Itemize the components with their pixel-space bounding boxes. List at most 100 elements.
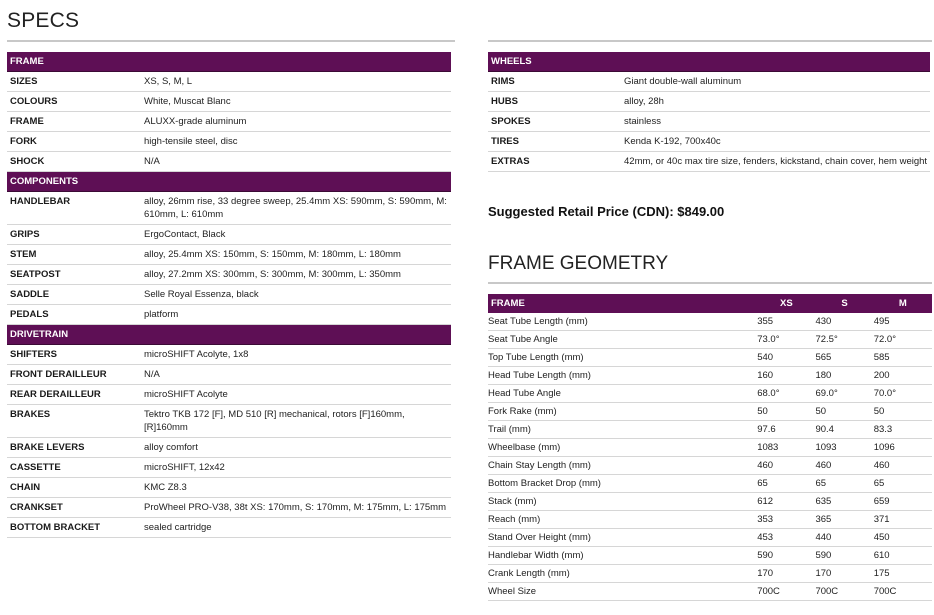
spec-row: COLOURS White, Muscat Blanc	[7, 92, 451, 112]
geometry-value: 355	[757, 313, 816, 331]
spec-row: BRAKES Tektro TKB 172 [F], MD 510 [R] mec…	[7, 405, 451, 438]
geometry-value: 659	[873, 492, 932, 511]
spec-label: RIMS	[491, 76, 515, 87]
geometry-row: Stack (mm) 612 635 659	[488, 492, 932, 511]
geometry-table: FRAME XS S M Seat Tube Length (mm) 355 430…	[488, 294, 932, 601]
spec-row: CHAIN KMC Z8.3	[7, 478, 451, 498]
spec-row: TIRES Kenda K-192, 700x40c	[488, 132, 930, 152]
section-header: FRAME	[7, 52, 451, 72]
geometry-measure-name: Chain Stay Length (mm)	[488, 456, 758, 475]
geometry-measure-name: Wheel Size	[488, 582, 758, 601]
geometry-measure-name: Seat Tube Length (mm)	[488, 313, 758, 331]
geometry-measure-name: Wheelbase (mm)	[488, 438, 758, 457]
spec-label: SEATPOST	[10, 269, 61, 280]
geometry-value: 83.3	[873, 420, 932, 439]
geometry-value: 1083	[757, 438, 816, 457]
spec-value: Tektro TKB 172 [F], MD 510 [R] mechanica…	[144, 409, 405, 433]
spec-label: HANDLEBAR	[10, 196, 71, 207]
spec-label: BOTTOM BRACKET	[10, 522, 101, 533]
spec-row: REAR DERAILLEUR microSHIFT Acolyte	[7, 385, 451, 405]
spec-value: alloy comfort	[144, 442, 198, 453]
geometry-row: Head Tube Length (mm) 160 180 200	[488, 366, 932, 385]
section-header: WHEELS	[488, 52, 930, 72]
geometry-row: Wheel Size 700C 700C 700C	[488, 582, 932, 601]
geometry-header-row: FRAME XS S M	[488, 294, 932, 313]
spec-row: RIMS Giant double-wall aluminum	[488, 72, 930, 92]
geometry-row: Trail (mm) 97.6 90.4 83.3	[488, 420, 932, 439]
geometry-value: 353	[757, 510, 816, 529]
geometry-row: Seat Tube Length (mm) 355 430 495	[488, 313, 932, 331]
spec-row: PEDALS platform	[7, 305, 451, 325]
spec-row: FRONT DERAILLEUR N/A	[7, 365, 451, 385]
geometry-measure-name: Head Tube Angle	[488, 384, 758, 403]
geometry-value: 73.0°	[757, 330, 816, 349]
geometry-value: 69.0°	[815, 384, 874, 403]
geometry-measure-name: Handlebar Width (mm)	[488, 546, 758, 565]
spec-value: ALUXX-grade aluminum	[144, 116, 247, 127]
spec-label: STEM	[10, 249, 37, 260]
geometry-value: 170	[757, 564, 816, 583]
geometry-header-s: S	[815, 294, 874, 313]
spec-row: BRAKE LEVERS alloy comfort	[7, 438, 451, 458]
spec-value: KMC Z8.3	[144, 482, 187, 493]
geometry-header-m: M	[873, 294, 932, 313]
geometry-row: Stand Over Height (mm) 453 440 450	[488, 528, 932, 547]
geometry-value: 90.4	[815, 420, 874, 439]
geometry-value: 700C	[757, 582, 816, 601]
geometry-title: FRAME GEOMETRY	[488, 253, 669, 274]
geometry-value: 50	[757, 402, 816, 421]
spec-row: CASSETTE microSHIFT, 12x42	[7, 458, 451, 478]
geometry-value: 540	[757, 348, 816, 367]
geometry-value: 635	[815, 492, 874, 511]
spec-row: HUBS alloy, 28h	[488, 92, 930, 112]
spec-label: BRAKES	[10, 409, 51, 420]
specs-table-left: FRAME SIZES XS, S, M, L COLOURS White, Musca…	[7, 52, 451, 538]
spec-value: XS, S, M, L	[144, 76, 193, 87]
geometry-value: 460	[815, 456, 874, 475]
spec-row: GRIPS ErgoContact, Black	[7, 225, 451, 245]
spec-value: N/A	[144, 156, 160, 167]
geometry-divider	[488, 282, 932, 284]
geometry-value: 65	[873, 474, 932, 493]
geometry-row: Reach (mm) 353 365 371	[488, 510, 932, 529]
geometry-value: 68.0°	[757, 384, 816, 403]
spec-value: Kenda K-192, 700x40c	[624, 136, 721, 147]
spec-value: stainless	[624, 116, 661, 127]
spec-row: SHIFTERS microSHIFT Acolyte, 1x8	[7, 345, 451, 365]
geometry-measure-name: Stack (mm)	[488, 492, 758, 511]
geometry-header-xs: XS	[757, 294, 816, 313]
spec-value: microSHIFT Acolyte	[144, 389, 228, 400]
geometry-measure-name: Bottom Bracket Drop (mm)	[488, 474, 758, 493]
geometry-value: 70.0°	[873, 384, 932, 403]
spec-label: CASSETTE	[10, 462, 61, 473]
geometry-value: 72.0°	[873, 330, 932, 349]
geometry-value: 180	[815, 366, 874, 385]
geometry-row: Bottom Bracket Drop (mm) 65 65 65	[488, 474, 932, 493]
spec-row: CRANKSET ProWheel PRO-V38, 38t XS: 170mm,…	[7, 498, 451, 518]
geometry-row: Top Tube Length (mm) 540 565 585	[488, 348, 932, 367]
spec-label: COLOURS	[10, 96, 58, 107]
spec-value: alloy, 27.2mm XS: 300mm, S: 300mm, M: 30…	[144, 269, 401, 280]
spec-row: HANDLEBAR alloy, 26mm rise, 33 degree swe…	[7, 192, 451, 225]
geometry-value: 65	[757, 474, 816, 493]
spec-row: STEM alloy, 25.4mm XS: 150mm, S: 150mm, M…	[7, 245, 451, 265]
geometry-header-frame: FRAME	[488, 294, 758, 313]
spec-value: Giant double-wall aluminum	[624, 76, 742, 87]
spec-value: microSHIFT, 12x42	[144, 462, 225, 473]
spec-label: PEDALS	[10, 309, 49, 320]
geometry-table-body: Seat Tube Length (mm) 355 430 495 Seat Tube …	[488, 313, 932, 601]
spec-row: BOTTOM BRACKET sealed cartridge	[7, 518, 451, 538]
geometry-measure-name: Top Tube Length (mm)	[488, 348, 758, 367]
section-header: COMPONENTS	[7, 172, 451, 192]
spec-value: sealed cartridge	[144, 522, 212, 533]
geometry-value: 50	[873, 402, 932, 421]
geometry-value: 160	[757, 366, 816, 385]
page-title: SPECS	[7, 9, 80, 32]
spec-label: GRIPS	[10, 229, 40, 240]
geometry-measure-name: Stand Over Height (mm)	[488, 528, 758, 547]
geometry-value: 612	[757, 492, 816, 511]
spec-value: White, Muscat Blanc	[144, 96, 231, 107]
spec-label: CRANKSET	[10, 502, 63, 513]
spec-value: alloy, 28h	[624, 96, 664, 107]
geometry-value: 460	[757, 456, 816, 475]
